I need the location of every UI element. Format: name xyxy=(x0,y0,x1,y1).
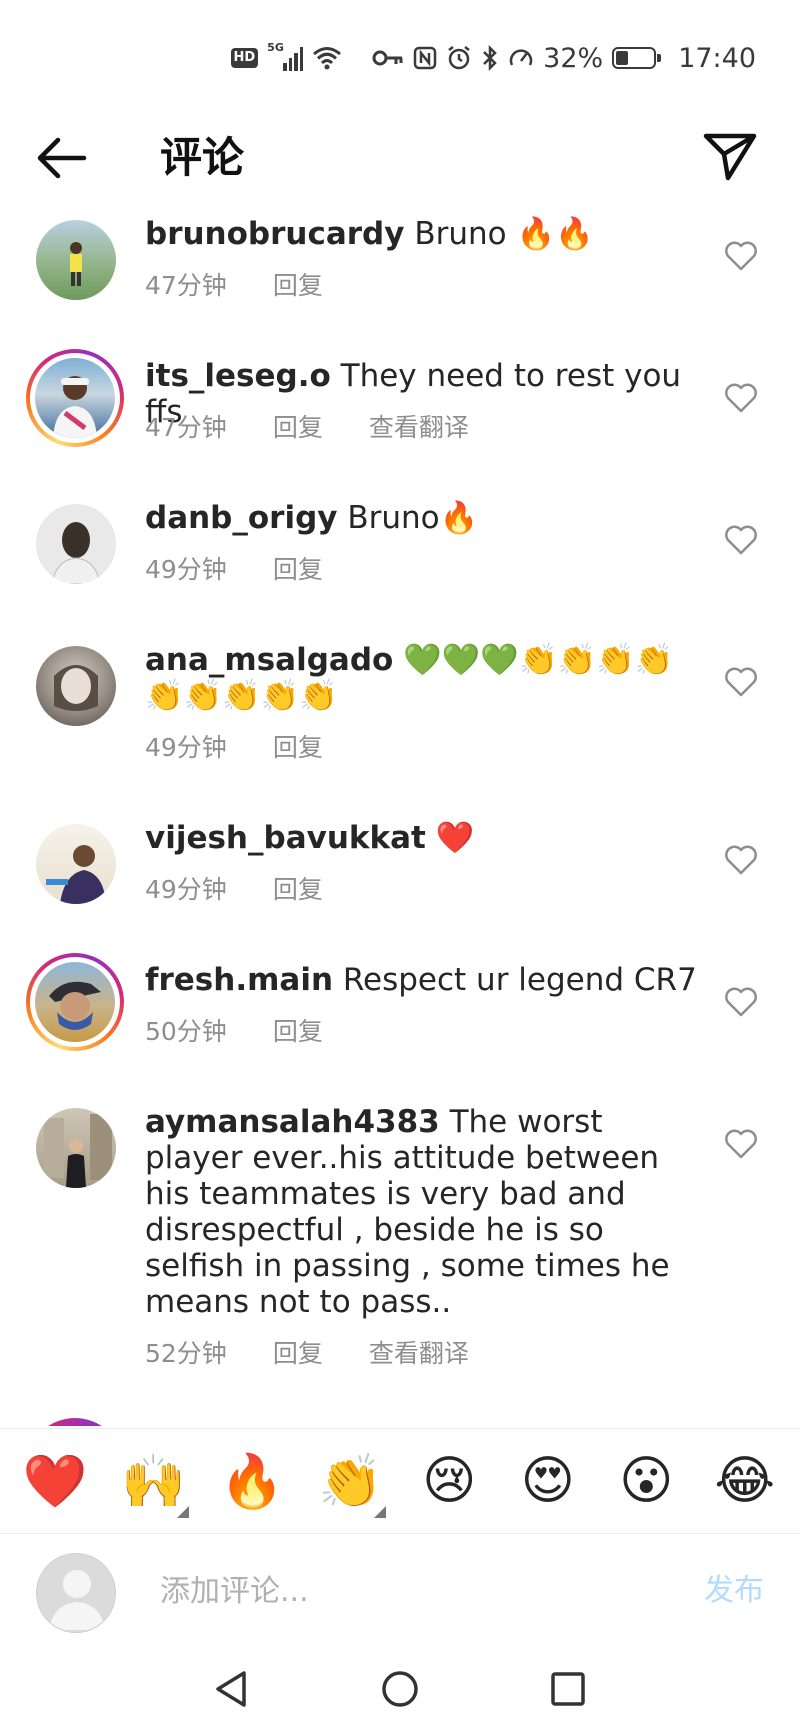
comment-username[interactable]: vijesh_bavukkat xyxy=(145,820,426,856)
emoji-raising-hands[interactable]: 🙌 xyxy=(109,1436,199,1526)
reply-button[interactable]: 回复 xyxy=(273,550,323,586)
wifi-icon xyxy=(312,46,342,70)
emoji-reaction-bar: ❤️ 🙌 🔥 👏 😢 😍 😮 😂 xyxy=(0,1428,800,1534)
emoji-surprised-face[interactable]: 😮 xyxy=(601,1436,691,1526)
avatar[interactable] xyxy=(36,646,116,726)
emoji-tears-of-joy[interactable]: 😂 xyxy=(700,1436,790,1526)
comment-username[interactable]: fresh.main xyxy=(145,962,333,998)
system-navigation-bar xyxy=(0,1645,800,1733)
like-button[interactable] xyxy=(724,1128,758,1160)
battery-icon xyxy=(612,47,662,69)
comment-username[interactable]: danb_origy xyxy=(145,500,337,536)
heart-icon xyxy=(725,241,757,271)
cellular-signal-icon: 5G xyxy=(267,41,304,71)
comment-username[interactable]: aymansalah4383 xyxy=(145,1104,440,1140)
heart-icon xyxy=(725,845,757,875)
comment-input-bar: 发布 xyxy=(0,1535,800,1645)
comment-username[interactable]: brunobrucardy xyxy=(145,216,404,252)
key-icon xyxy=(372,48,404,68)
reply-button[interactable]: 回复 xyxy=(273,1334,323,1370)
avatar[interactable] xyxy=(36,824,116,904)
emoji-clapping-hands[interactable]: 👏 xyxy=(306,1436,396,1526)
like-button[interactable] xyxy=(724,666,758,698)
battery-percent: 32% xyxy=(543,42,604,74)
comment-text: ❤️ xyxy=(435,820,475,856)
comment-time: 50分钟 xyxy=(145,1017,227,1046)
back-button[interactable] xyxy=(32,132,92,184)
like-button[interactable] xyxy=(724,240,758,272)
skin-tone-indicator-icon xyxy=(176,1506,189,1518)
avatar[interactable] xyxy=(26,953,124,1051)
square-recents-icon xyxy=(551,1672,585,1706)
triangle-back-icon xyxy=(216,1671,246,1707)
nav-recents-button[interactable] xyxy=(544,1665,592,1713)
hd-badge: HD xyxy=(230,48,259,68)
comment-item: brunobrucardy Bruno 🔥🔥 47分钟 回复 xyxy=(0,196,800,326)
reply-button[interactable]: 回复 xyxy=(273,870,323,906)
comment-username[interactable]: its_leseg.o xyxy=(145,358,331,394)
avatar[interactable] xyxy=(26,349,124,447)
like-button[interactable] xyxy=(724,524,758,556)
nav-back-button[interactable] xyxy=(208,1665,256,1713)
skin-tone-indicator-icon xyxy=(373,1506,386,1518)
circle-home-icon xyxy=(382,1671,418,1707)
avatar[interactable] xyxy=(36,504,116,584)
bluetooth-icon xyxy=(481,45,499,71)
reply-button[interactable]: 回复 xyxy=(273,728,323,764)
heart-icon xyxy=(725,667,757,697)
avatar[interactable] xyxy=(36,1108,116,1188)
comment-item: aymansalah4383 The worst player ever..hi… xyxy=(0,1084,800,1384)
my-avatar xyxy=(36,1553,116,1633)
default-user-icon xyxy=(49,1570,105,1630)
comment-text: Bruno🔥 xyxy=(347,500,479,536)
nav-home-button[interactable] xyxy=(376,1665,424,1713)
reply-button[interactable]: 回复 xyxy=(273,266,323,302)
alarm-icon xyxy=(446,45,472,71)
emoji-fire[interactable]: 🔥 xyxy=(207,1436,297,1526)
comment-item: danb_origy Bruno🔥 49分钟 回复 xyxy=(0,480,800,610)
comment-time: 47分钟 xyxy=(145,271,227,300)
heart-icon xyxy=(725,383,757,413)
comments-list[interactable]: brunobrucardy Bruno 🔥🔥 47分钟 回复 its_leseg.… xyxy=(0,196,800,1426)
comment-time: 47分钟 xyxy=(145,413,227,442)
status-icons: HD 5G 32% 17:40 xyxy=(230,40,756,76)
emoji-heart-eyes[interactable]: 😍 xyxy=(503,1436,593,1526)
data-saver-icon xyxy=(508,45,534,71)
comment-time: 52分钟 xyxy=(145,1339,227,1368)
emoji-crying-face[interactable]: 😢 xyxy=(404,1436,494,1526)
comment-text: Respect ur legend CR7 xyxy=(342,962,697,998)
share-button[interactable] xyxy=(700,128,760,184)
like-button[interactable] xyxy=(724,986,758,1018)
reply-button[interactable]: 回复 xyxy=(273,408,323,444)
emoji-red-heart[interactable]: ❤️ xyxy=(10,1436,100,1526)
comment-time: 49分钟 xyxy=(145,875,227,904)
comment-time: 49分钟 xyxy=(145,733,227,762)
heart-icon xyxy=(725,525,757,555)
avatar[interactable] xyxy=(36,220,116,300)
see-translation-button[interactable]: 查看翻译 xyxy=(369,408,469,444)
comment-text: Bruno 🔥🔥 xyxy=(414,216,594,252)
comment-input[interactable] xyxy=(160,1561,640,1621)
see-translation-button[interactable]: 查看翻译 xyxy=(369,1334,469,1370)
like-button[interactable] xyxy=(724,844,758,876)
send-icon xyxy=(703,133,757,181)
comment-item: ana_msalgado 💚💚💚👏👏👏👏👏👏👏👏👏 49分钟 回复 xyxy=(0,622,800,787)
next-comment-avatar-partial xyxy=(26,1418,124,1426)
heart-icon xyxy=(725,987,757,1017)
comment-item: fresh.main Respect ur legend CR7 50分钟 回复 xyxy=(0,942,800,1072)
clock: 17:40 xyxy=(678,42,756,74)
page-title: 评论 xyxy=(160,133,245,182)
post-button[interactable]: 发布 xyxy=(704,1565,764,1609)
status-bar: HD 5G 32% 17:40 xyxy=(0,0,800,110)
comment-time: 49分钟 xyxy=(145,555,227,584)
nfc-icon xyxy=(413,46,437,70)
comment-item: vijesh_bavukkat ❤️ 49分钟 回复 xyxy=(0,800,800,930)
header: 评论 xyxy=(0,118,800,198)
like-button[interactable] xyxy=(724,382,758,414)
comment-username[interactable]: ana_msalgado xyxy=(145,642,393,678)
arrow-left-icon xyxy=(37,137,87,179)
heart-icon xyxy=(725,1129,757,1159)
reply-button[interactable]: 回复 xyxy=(273,1012,323,1048)
comment-item: its_leseg.o They need to rest you ffs 47… xyxy=(0,338,800,468)
